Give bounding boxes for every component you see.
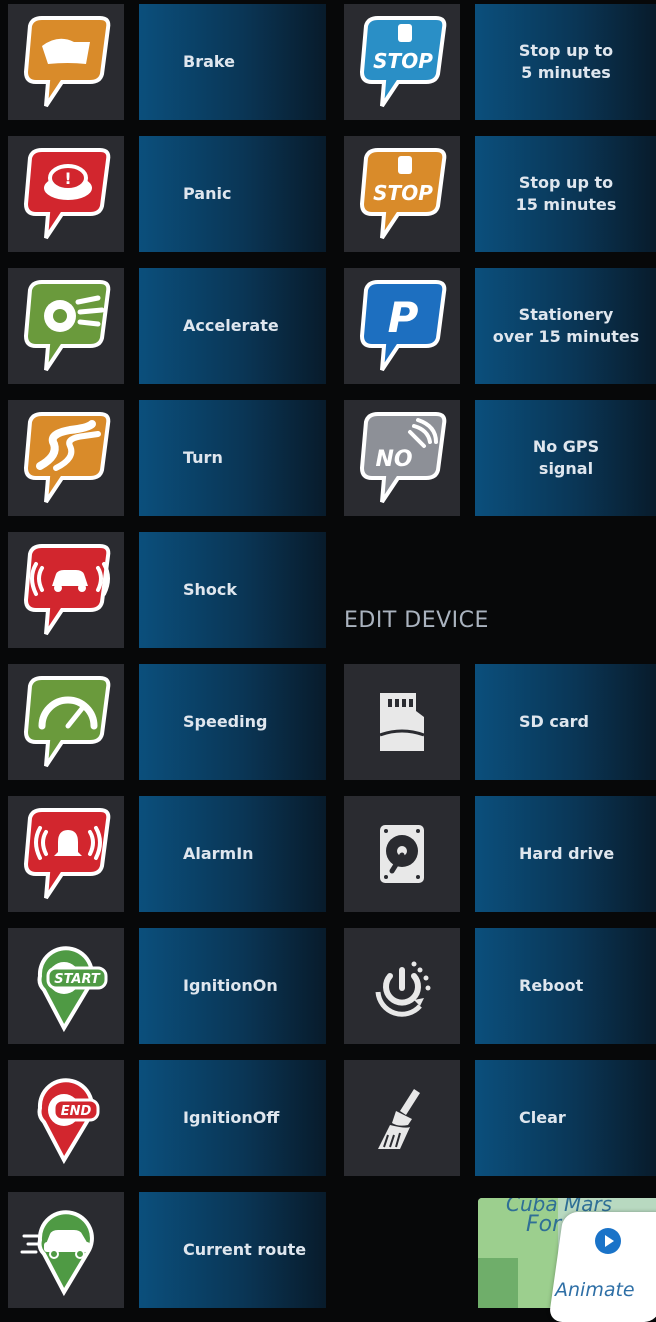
ignition-start-icon: START (37, 946, 108, 1033)
event-label-speeding: Speeding (139, 664, 326, 780)
svg-text:STOP: STOP (373, 181, 433, 205)
brake-icon (23, 16, 111, 108)
event-label-stop-5: Stop up to 5 minutes (475, 4, 656, 120)
sd-card-tile[interactable] (344, 664, 460, 780)
sd-card-icon (379, 693, 425, 751)
brake-tile[interactable] (8, 4, 124, 120)
stop-5-tile[interactable]: STOP (344, 4, 460, 120)
panic-tile[interactable]: ! (8, 136, 124, 252)
event-label-current-route: Current route (139, 1192, 326, 1308)
turn-icon (23, 412, 111, 504)
device-label-reboot: Reboot (475, 928, 656, 1044)
no-gps-icon: NO (359, 412, 447, 504)
event-label-brake: Brake (139, 4, 326, 120)
event-label-alarmin: AlarmIn (139, 796, 326, 912)
event-label-ignition-on: IgnitionOn (139, 928, 326, 1044)
turn-tile[interactable] (8, 400, 124, 516)
accelerate-tile[interactable] (8, 268, 124, 384)
edit-device-heading: EDIT DEVICE (344, 608, 489, 633)
clear-tile[interactable] (344, 1060, 460, 1176)
event-label-turn: Turn (139, 400, 326, 516)
event-label-stationery: Stationery over 15 minutes (475, 268, 656, 384)
reboot-icon (375, 961, 431, 1017)
shock-tile[interactable] (8, 532, 124, 648)
event-label-no-gps: No GPS signal (475, 400, 656, 516)
panic-icon: ! (23, 148, 111, 240)
event-label-accelerate: Accelerate (139, 268, 326, 384)
shock-icon (23, 544, 111, 636)
map-park-area-dark (478, 1258, 518, 1308)
speeding-icon (23, 676, 111, 768)
play-icon (595, 1228, 621, 1254)
animate-label: Animate (555, 1279, 635, 1301)
event-label-ignition-off: IgnitionOff (139, 1060, 326, 1176)
ignition-end-icon: END (37, 1078, 100, 1165)
alarm-bell-icon (23, 808, 111, 900)
parking-icon: P (359, 280, 447, 372)
current-route-tile[interactable] (8, 1192, 124, 1308)
device-label-clear: Clear (475, 1060, 656, 1176)
svg-text:!: ! (64, 169, 71, 188)
event-label-shock: Shock (139, 532, 326, 648)
stop-15-min-icon: STOP (359, 148, 447, 240)
alarmin-tile[interactable] (8, 796, 124, 912)
hard-drive-icon (380, 825, 424, 883)
svg-text:START: START (54, 972, 101, 987)
event-label-panic: Panic (139, 136, 326, 252)
no-gps-tile[interactable]: NO (344, 400, 460, 516)
current-route-car-icon (20, 1210, 94, 1297)
hard-drive-tile[interactable] (344, 796, 460, 912)
svg-text:NO: NO (375, 447, 412, 472)
stop-15-tile[interactable]: STOP (344, 136, 460, 252)
accelerate-icon (23, 280, 111, 372)
device-label-sd-card: SD card (475, 664, 656, 780)
svg-text:P: P (388, 293, 419, 342)
svg-text:END: END (61, 1104, 92, 1119)
ignition-off-tile[interactable]: END (8, 1060, 124, 1176)
device-label-hard-drive: Hard drive (475, 796, 656, 912)
stationery-tile[interactable]: P (344, 268, 460, 384)
speeding-tile[interactable] (8, 664, 124, 780)
reboot-tile[interactable] (344, 928, 460, 1044)
svg-text:STOP: STOP (373, 49, 433, 73)
ignition-on-tile[interactable]: START (8, 928, 124, 1044)
event-label-stop-15: Stop up to 15 minutes (475, 136, 656, 252)
clear-broom-icon (378, 1089, 420, 1149)
stop-5-min-icon: STOP (359, 16, 447, 108)
